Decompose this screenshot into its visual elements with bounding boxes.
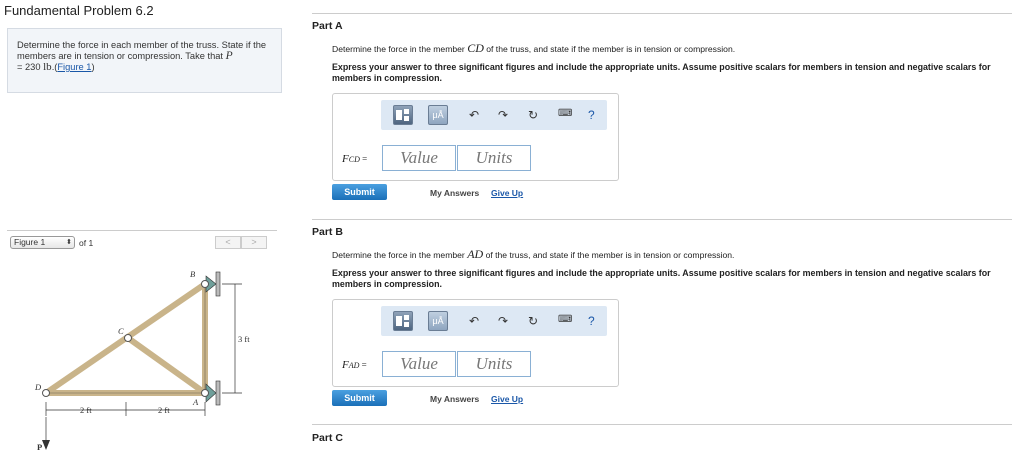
part-a-answer-label: FCD = <box>342 153 367 165</box>
part-a-question-post: of the truss, and state if the member is… <box>486 44 736 54</box>
part-b-symbol-sub: AD <box>348 361 360 370</box>
part-b-member: AD <box>467 247 484 261</box>
redo-icon[interactable]: ↷ <box>498 108 508 122</box>
units-mu-icon[interactable]: μÅ <box>428 311 448 331</box>
label-b: B <box>190 269 195 279</box>
part-b-symbol: F <box>342 359 349 371</box>
part-a-label: Part A <box>312 20 343 32</box>
units-mu-icon[interactable]: μÅ <box>428 105 448 125</box>
figure-nav: < > <box>215 236 267 249</box>
joint-c <box>124 334 132 342</box>
redo-icon[interactable]: ↷ <box>498 314 508 328</box>
part-b-answer-box: μÅ ↶ ↷ ↻ ⌨ ? FAD = Value Units <box>332 299 619 387</box>
truss-figure: B C D A P 3 ft 2 ft 2 ft <box>34 269 250 452</box>
part-a-answer-box: μÅ ↶ ↷ ↻ ⌨ ? FCD = Value Units <box>332 93 619 181</box>
page-title: Fundamental Problem 6.2 <box>4 3 154 18</box>
part-a-toolbar: μÅ ↶ ↷ ↻ ⌨ ? <box>381 100 607 130</box>
next-figure-button[interactable]: > <box>241 236 267 249</box>
joint-b <box>201 280 209 288</box>
part-a-units-input[interactable]: Units <box>457 145 531 171</box>
part-b-eq: = <box>359 360 367 370</box>
problem-statement: Determine the force in each member of th… <box>7 28 282 93</box>
span-label-1: 2 ft <box>80 405 92 415</box>
template-icon[interactable] <box>393 105 413 125</box>
part-b-toolbar: μÅ ↶ ↷ ↻ ⌨ ? <box>381 306 607 336</box>
part-a-divider <box>312 13 1012 14</box>
part-b-label: Part B <box>312 226 343 238</box>
reset-icon[interactable]: ↻ <box>528 108 538 122</box>
template-grid-icon <box>396 315 409 327</box>
link-suffix: ) <box>91 62 95 72</box>
undo-icon[interactable]: ↶ <box>469 314 479 328</box>
label-p: P <box>37 442 42 452</box>
part-a-instruction: Express your answer to three significant… <box>332 62 991 83</box>
part-a-my-answers[interactable]: My Answers <box>430 188 479 198</box>
part-a-symbol: F <box>342 153 349 165</box>
part-c-divider <box>312 424 1012 425</box>
template-icon[interactable] <box>393 311 413 331</box>
part-a-submit-button[interactable]: Submit <box>332 184 387 200</box>
p-value: = 230 <box>17 62 41 72</box>
part-a-give-up[interactable]: Give Up <box>491 188 523 198</box>
part-a-question-pre: Determine the force in the member <box>332 44 465 54</box>
joint-a <box>201 389 209 397</box>
joint-d <box>42 389 50 397</box>
part-b-units-input[interactable]: Units <box>457 351 531 377</box>
part-a-question: Determine the force in the member CD of … <box>332 41 735 56</box>
part-b-instruction: Express your answer to three significant… <box>332 268 991 289</box>
help-icon[interactable]: ? <box>588 314 595 328</box>
part-a-symbol-sub: CD <box>348 155 360 164</box>
figure-link[interactable]: Figure 1 <box>57 62 91 72</box>
template-grid-icon <box>396 109 409 121</box>
p-unit: lb <box>43 61 52 73</box>
p-symbol: P <box>225 50 233 62</box>
load-p-arrowhead <box>42 440 50 450</box>
member-ca <box>125 335 208 396</box>
part-b-value-input[interactable]: Value <box>382 351 456 377</box>
part-b-give-up[interactable]: Give Up <box>491 394 523 404</box>
span-label-2: 2 ft <box>158 405 170 415</box>
select-arrows-icon: ⬍ <box>66 239 72 246</box>
part-b-question-pre: Determine the force in the member <box>332 250 465 260</box>
keyboard-icon[interactable]: ⌨ <box>558 108 572 119</box>
label-a: A <box>192 397 199 407</box>
figure-count: of 1 <box>79 237 94 248</box>
help-icon[interactable]: ? <box>588 108 595 122</box>
part-a-eq: = <box>359 154 368 164</box>
part-b-submit-button[interactable]: Submit <box>332 390 387 406</box>
label-d: D <box>34 382 42 392</box>
height-label: 3 ft <box>238 334 250 344</box>
reset-icon[interactable]: ↻ <box>528 314 538 328</box>
part-a-member: CD <box>467 41 484 55</box>
part-c-label: Part C <box>312 432 343 444</box>
part-b-question: Determine the force in the member AD of … <box>332 247 734 262</box>
undo-icon[interactable]: ↶ <box>469 108 479 122</box>
part-b-answer-label: FAD = <box>342 359 367 371</box>
label-c: C <box>118 326 124 336</box>
part-b-question-post: of the truss, and state if the member is… <box>485 250 735 260</box>
keyboard-icon[interactable]: ⌨ <box>558 314 572 325</box>
figure-selector-bar: Figure 1 ⬍ of 1 <box>10 236 93 249</box>
part-b-my-answers[interactable]: My Answers <box>430 394 479 404</box>
figure-select-value: Figure 1 <box>14 237 46 247</box>
part-a-value-input[interactable]: Value <box>382 145 456 171</box>
part-b-divider <box>312 219 1012 220</box>
figure-select[interactable]: Figure 1 ⬍ <box>10 236 75 249</box>
prev-figure-button[interactable]: < <box>215 236 241 249</box>
